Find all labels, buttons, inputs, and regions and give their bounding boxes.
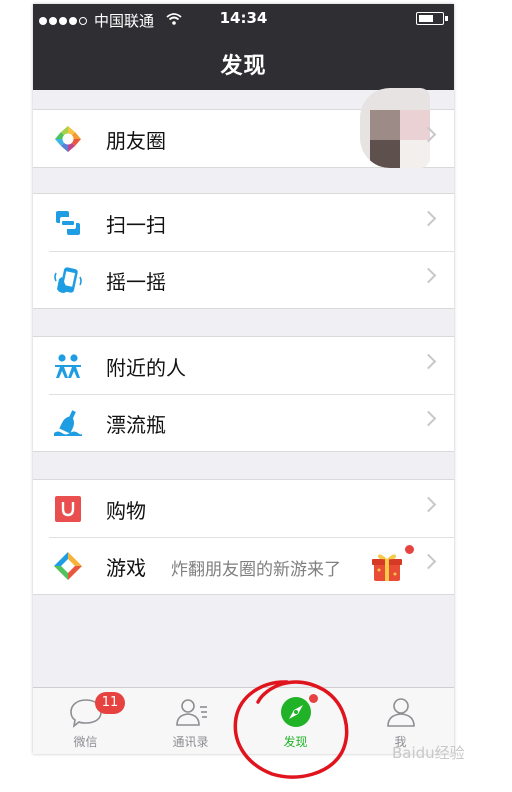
contacts-icon [176,699,207,726]
chevron-right-icon [420,496,437,513]
menu-label-bottle: 漂流瓶 [106,413,166,437]
unread-badge: 11 [95,692,125,714]
shopping-icon [55,496,81,522]
phone-screen: 中国联通 14:34 发现 朋友圈 扫一扫 摇一摇 附近的人 漂流瓶 购物 游戏… [33,4,454,754]
moments-icon [55,126,81,152]
menu-label-shake: 摇一摇 [106,270,166,294]
games-promo-text: 炸翻朋友圈的新游来了 [171,560,341,580]
games-icon [54,552,82,580]
gift-icon [372,554,402,581]
menu-label-scan: 扫一扫 [106,213,166,237]
menu-item-shopping[interactable]: 购物 [33,480,454,537]
menu-label-nearby: 附近的人 [106,356,186,380]
person-icon [387,698,415,727]
group-social: 附近的人 漂流瓶 [33,336,454,452]
watermark: Baidu经验 [392,744,465,762]
page-title: 发现 [220,54,267,79]
group-tools: 扫一扫 摇一摇 [33,193,454,309]
menu-label-shopping: 购物 [106,499,146,523]
menu-item-scan[interactable]: 扫一扫 [33,194,454,251]
menu-item-bottle[interactable]: 漂流瓶 [33,394,454,451]
tab-label-contacts: 通讯录 [172,735,209,749]
new-badge-dot [405,545,414,554]
group-moments: 朋友圈 [33,88,454,168]
tab-label-chats: 微信 [73,735,98,749]
group-services: 购物 游戏 炸翻朋友圈的新游来了 [33,479,454,595]
menu-item-games[interactable]: 游戏 炸翻朋友圈的新游来了 [33,537,454,594]
menu-label-games: 游戏 [106,556,146,580]
tab-contacts[interactable]: 通讯录 [138,688,243,754]
status-time: 14:34 [219,9,268,27]
nearby-people-icon [55,354,81,378]
chevron-right-icon [420,353,437,370]
chevron-right-icon [420,410,437,427]
tab-chats[interactable]: 11 微信 [33,688,138,754]
chevron-right-icon [420,210,437,227]
battery-icon [416,12,448,25]
annotation-circle [233,680,349,779]
scan-icon [56,211,80,235]
chevron-right-icon [420,267,437,284]
chevron-right-icon [420,553,437,570]
shake-icon [54,267,82,293]
menu-label-moments: 朋友圈 [106,129,166,153]
menu-item-moments[interactable]: 朋友圈 [33,88,454,168]
menu-item-shake[interactable]: 摇一摇 [33,251,454,308]
avatar [360,88,430,168]
status-bar: 中国联通 14:34 [33,4,454,32]
drift-bottle-icon [54,410,82,436]
header: 中国联通 14:34 发现 [33,4,454,90]
menu-item-nearby[interactable]: 附近的人 [33,337,454,394]
